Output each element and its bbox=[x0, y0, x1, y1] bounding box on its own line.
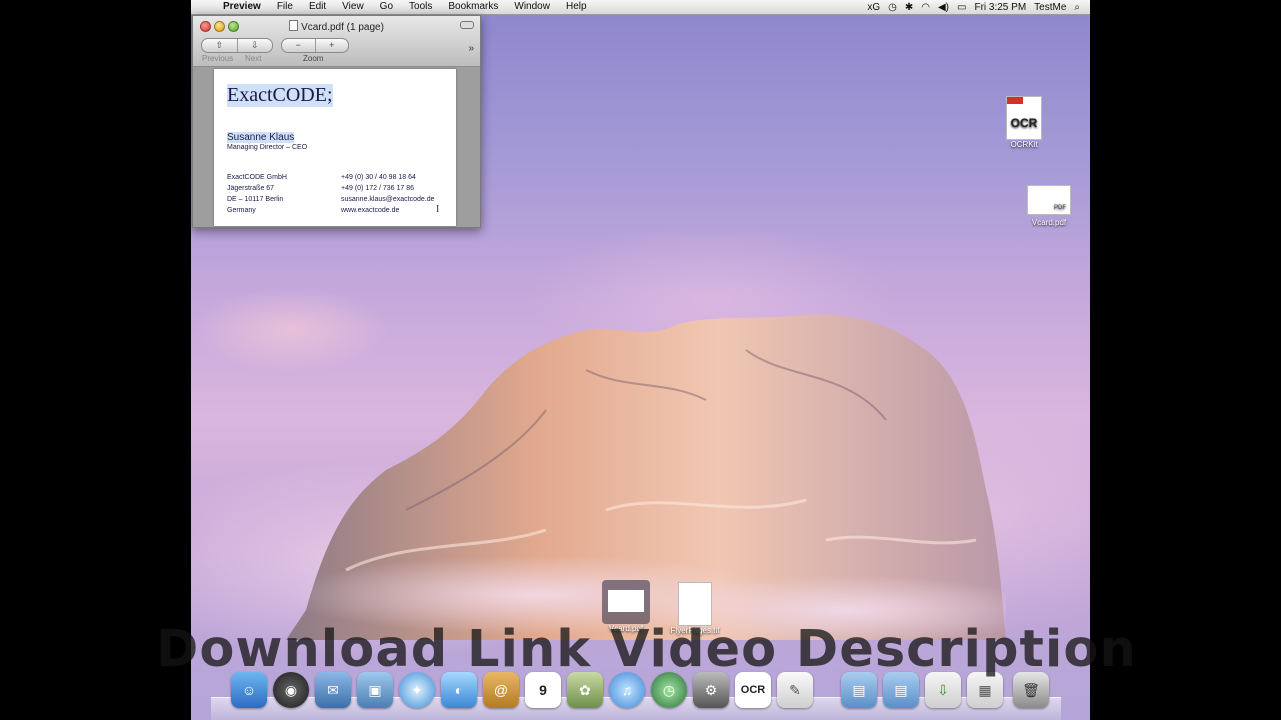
address-line: Germany bbox=[227, 207, 256, 214]
card-role[interactable]: Managing Director – CEO bbox=[227, 144, 307, 151]
next-button[interactable]: ⇩ bbox=[236, 39, 273, 52]
status-area: xG ◷ ✱ ◠ ◀) ▭ Fri 3:25 PM TestMe ⌕ bbox=[867, 2, 1090, 13]
time-machine-icon[interactable]: ◷ bbox=[888, 2, 897, 13]
menu-view[interactable]: View bbox=[334, 0, 372, 14]
window-title: Vcard.pdf (1 page) bbox=[193, 20, 480, 33]
previous-button[interactable]: ⇧ bbox=[202, 39, 237, 52]
card-person[interactable]: Susanne Klaus bbox=[227, 132, 295, 143]
ocr-file-icon: OCR bbox=[1006, 96, 1042, 140]
zoom-label: Zoom bbox=[303, 54, 324, 63]
menu-help[interactable]: Help bbox=[558, 0, 595, 14]
menu-tools[interactable]: Tools bbox=[401, 0, 440, 14]
menu-file[interactable]: File bbox=[269, 0, 301, 14]
menu-go[interactable]: Go bbox=[372, 0, 401, 14]
menu-bar: Preview File Edit View Go Tools Bookmark… bbox=[191, 0, 1090, 15]
card-contact[interactable]: +49 (0) 30 / 40 98 18 64 +49 (0) 172 / 7… bbox=[341, 172, 435, 216]
wifi-icon[interactable]: ◠ bbox=[921, 2, 930, 13]
bluetooth-icon[interactable]: ✱ bbox=[905, 2, 913, 13]
xg-status[interactable]: xG bbox=[867, 2, 880, 13]
address-line: DE – 10117 Berlin bbox=[227, 196, 284, 203]
desktop-icon-label: OCRKit bbox=[1010, 140, 1038, 149]
previous-next-control: ⇧ ⇩ bbox=[201, 38, 273, 53]
pdf-thumbnail-icon bbox=[602, 580, 650, 624]
battery-icon[interactable]: ▭ bbox=[957, 2, 966, 13]
text-cursor-icon: I bbox=[436, 204, 440, 215]
address-line: Jägerstraße 67 bbox=[227, 185, 275, 192]
address-line: ExactCODE GmbH bbox=[227, 174, 287, 181]
email-line: susanne.klaus@exactcode.de bbox=[341, 196, 435, 203]
next-label: Next bbox=[245, 54, 262, 63]
previous-label: Previous bbox=[202, 54, 234, 63]
clock[interactable]: Fri 3:25 PM bbox=[974, 2, 1026, 13]
menu-bookmarks[interactable]: Bookmarks bbox=[440, 0, 506, 14]
document-page[interactable]: ExactCODE; Susanne Klaus Managing Direct… bbox=[214, 69, 456, 226]
desktop-icon-ocrkit[interactable]: OCR OCRKit bbox=[999, 96, 1049, 149]
web-line: www.exactcode.de bbox=[341, 207, 400, 214]
toolbar-overflow-button[interactable]: » bbox=[468, 43, 474, 54]
toolbar-toggle-button[interactable] bbox=[460, 21, 474, 29]
overlay-caption: Download Link Video Description bbox=[156, 620, 1137, 679]
volume-icon[interactable]: ◀) bbox=[938, 2, 949, 13]
menu-app-preview[interactable]: Preview bbox=[215, 0, 269, 14]
pdf-file-icon: PDF bbox=[1027, 185, 1071, 215]
document-icon[interactable] bbox=[289, 20, 299, 31]
menu-window[interactable]: Window bbox=[506, 0, 558, 14]
window-titlebar[interactable]: Vcard.pdf (1 page) ⇧ ⇩ Previous Next − +… bbox=[193, 16, 480, 67]
desktop: Preview File Edit View Go Tools Bookmark… bbox=[191, 0, 1090, 720]
phone-line: +49 (0) 30 / 40 98 18 64 bbox=[341, 174, 416, 181]
card-company[interactable]: ExactCODE; bbox=[227, 84, 333, 107]
zoom-in-button[interactable]: + bbox=[314, 39, 349, 52]
spotlight-icon[interactable]: ⌕ bbox=[1074, 2, 1080, 13]
desktop-icon-label: Vcard.pdf bbox=[1031, 218, 1067, 227]
menu-edit[interactable]: Edit bbox=[301, 0, 334, 14]
mobile-line: +49 (0) 172 / 736 17 86 bbox=[341, 185, 414, 192]
zoom-control: − + bbox=[281, 38, 349, 53]
preview-window: Vcard.pdf (1 page) ⇧ ⇩ Previous Next − +… bbox=[192, 15, 481, 228]
desktop-icon-vcard[interactable]: PDF Vcard.pdf bbox=[1019, 185, 1079, 227]
card-address[interactable]: ExactCODE GmbH Jägerstraße 67 DE – 10117… bbox=[227, 172, 287, 216]
zoom-out-button[interactable]: − bbox=[282, 39, 315, 52]
user-name[interactable]: TestMe bbox=[1034, 2, 1066, 13]
